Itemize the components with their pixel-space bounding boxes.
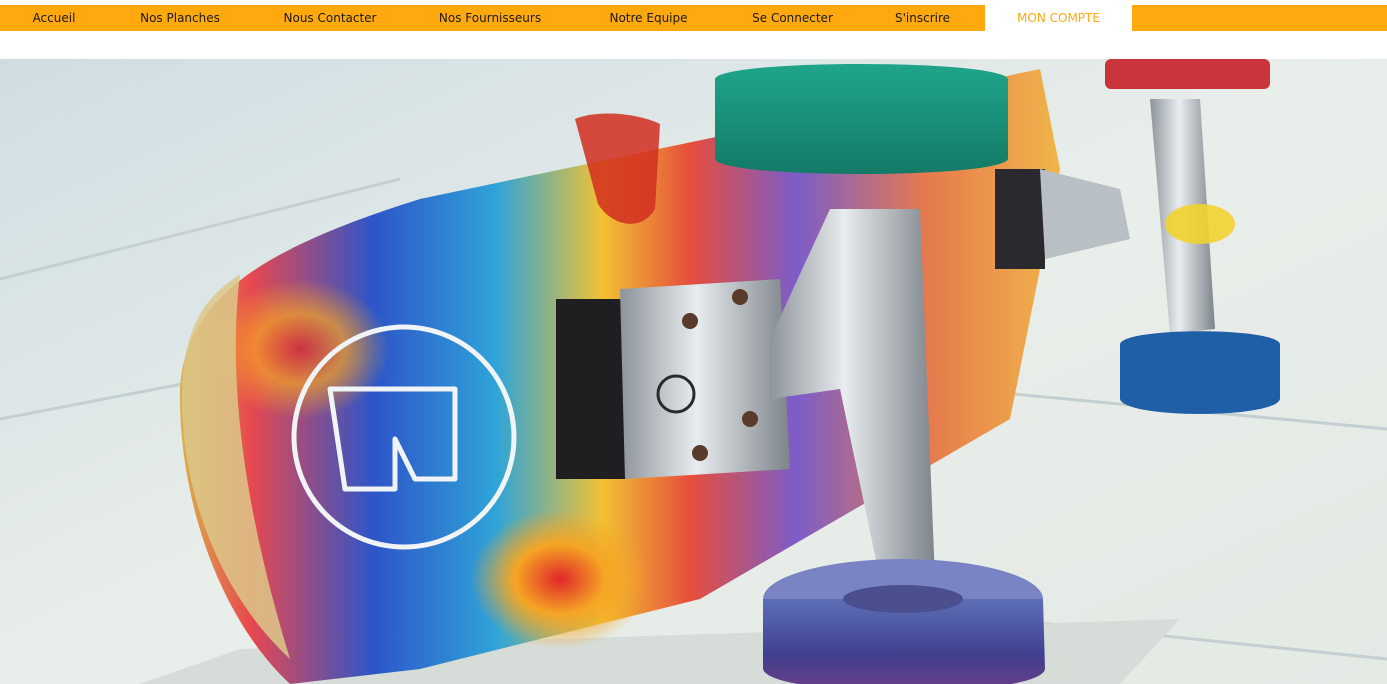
nav-item-mon-compte[interactable]: MON COMPTE xyxy=(985,5,1132,31)
main-navbar: Accueil Nos Planches Nous Contacter Nos … xyxy=(0,5,1387,31)
nav-item-notre-equipe[interactable]: Notre Equipe xyxy=(572,5,725,31)
nav-item-se-connecter[interactable]: Se Connecter xyxy=(725,5,860,31)
nav-item-sinscrire[interactable]: S'inscrire xyxy=(860,5,985,31)
nav-item-nos-planches[interactable]: Nos Planches xyxy=(108,5,252,31)
skateboard-illustration xyxy=(0,59,1387,684)
hero-image xyxy=(0,59,1387,684)
nav-item-nos-fournisseurs[interactable]: Nos Fournisseurs xyxy=(408,5,572,31)
nav-item-accueil[interactable]: Accueil xyxy=(0,5,108,31)
nav-item-nous-contacter[interactable]: Nous Contacter xyxy=(252,5,408,31)
